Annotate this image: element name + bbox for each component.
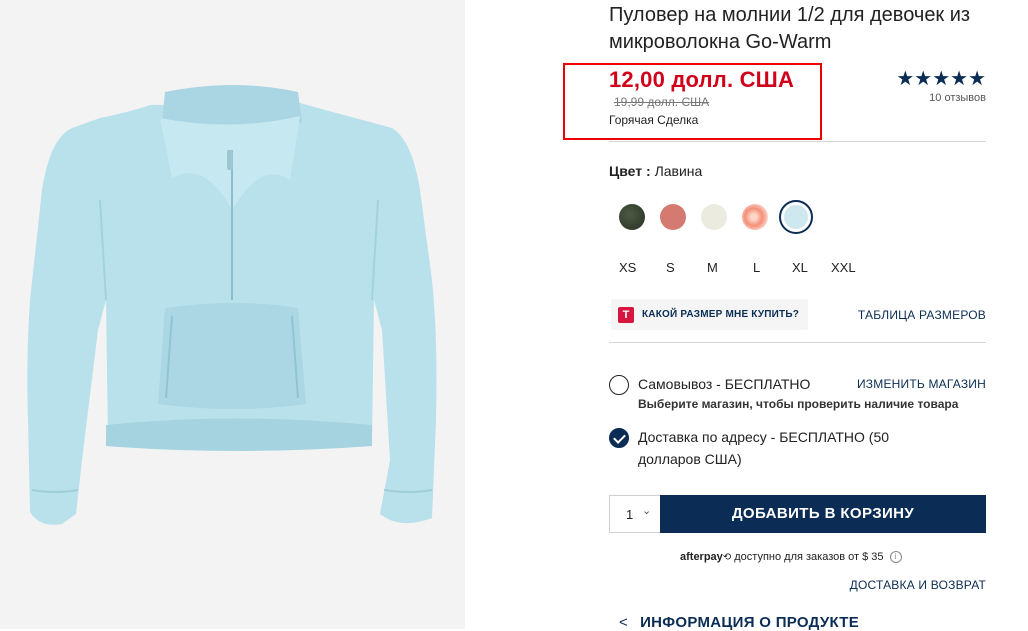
product-info-label: ИНФОРМАЦИЯ О ПРОДУКТЕ [640, 614, 860, 631]
quantity-value: 1 [626, 507, 634, 522]
afterpay-logo: afterpay [680, 551, 723, 563]
size-advisor-label: КАКОЙ РАЗМЕР МНЕ КУПИТЬ? [642, 309, 800, 320]
pickup-subtext: Выберите магазин, чтобы проверить наличи… [638, 397, 959, 411]
swatch-dark-green[interactable] [619, 204, 645, 230]
quantity-select[interactable]: 1 ⌄ [609, 495, 661, 533]
delivery-radio[interactable] [609, 428, 629, 448]
chevron-left-icon: < [619, 614, 629, 631]
chevron-down-icon: ⌄ [642, 505, 652, 517]
color-label-key: Цвет : [609, 163, 651, 179]
delivery-label-line2: долларов США) [638, 451, 742, 467]
size-chart-link[interactable]: ТАБЛИЦА РАЗМЕРОВ [858, 308, 986, 322]
size-xxl[interactable]: XXL [831, 260, 856, 275]
product-title: Пуловер на молнии 1/2 для девочек из мик… [609, 4, 971, 53]
afterpay-note: afterpay⟲ доступно для заказов от $ 35 i [680, 551, 902, 563]
rating-stars-icon[interactable]: ★★★★★ [896, 66, 986, 91]
color-value: Лавина [654, 163, 703, 179]
original-price: 19,99 долл. США [614, 95, 710, 109]
deal-label: Горячая Сделка [609, 113, 699, 127]
shipping-returns-link[interactable]: ДОСТАВКА И ВОЗВРАТ [850, 578, 986, 592]
divider [609, 141, 986, 142]
swatch-rose[interactable] [660, 204, 686, 230]
size-l[interactable]: L [753, 260, 760, 275]
add-to-cart-button[interactable]: ДОБАВИТЬ В КОРЗИНУ [660, 495, 986, 533]
size-xl[interactable]: XL [792, 260, 808, 275]
afterpay-logo-icon: ⟲ [722, 552, 732, 563]
pullover-illustration [27, 85, 437, 525]
divider [609, 342, 986, 343]
sale-price: 12,00 долл. США [609, 67, 795, 92]
info-icon[interactable]: i [889, 551, 902, 563]
color-label: Цвет : Лавина [609, 163, 702, 179]
change-store-link[interactable]: ИЗМЕНИТЬ МАГАЗИН [857, 377, 986, 391]
size-m[interactable]: M [707, 260, 718, 275]
size-s[interactable]: S [666, 260, 675, 275]
pickup-radio[interactable] [609, 375, 629, 395]
swatch-tie-dye[interactable] [742, 204, 768, 230]
size-advisor-button[interactable]: T КАКОЙ РАЗМЕР МНЕ КУПИТЬ? [611, 299, 808, 330]
swatch-light-blue[interactable] [779, 200, 813, 234]
swatch-cream[interactable] [701, 204, 727, 230]
product-details: Пуловер на молнии 1/2 для девочек из мик… [563, 0, 986, 631]
delivery-label-line1: Доставка по адресу - БЕСПЛАТНО (50 [638, 429, 890, 445]
size-xs[interactable]: XS [619, 260, 636, 275]
product-image[interactable] [0, 0, 465, 629]
pickup-label: Самовывоз - БЕСПЛАТНО [638, 376, 811, 392]
afterpay-text: доступно для заказов от $ 35 [734, 551, 884, 563]
reviews-count-link[interactable]: 10 отзывов [929, 92, 986, 104]
size-advisor-icon: T [618, 307, 634, 323]
product-info-toggle[interactable]: < ИНФОРМАЦИЯ О ПРОДУКТЕ [619, 614, 859, 631]
